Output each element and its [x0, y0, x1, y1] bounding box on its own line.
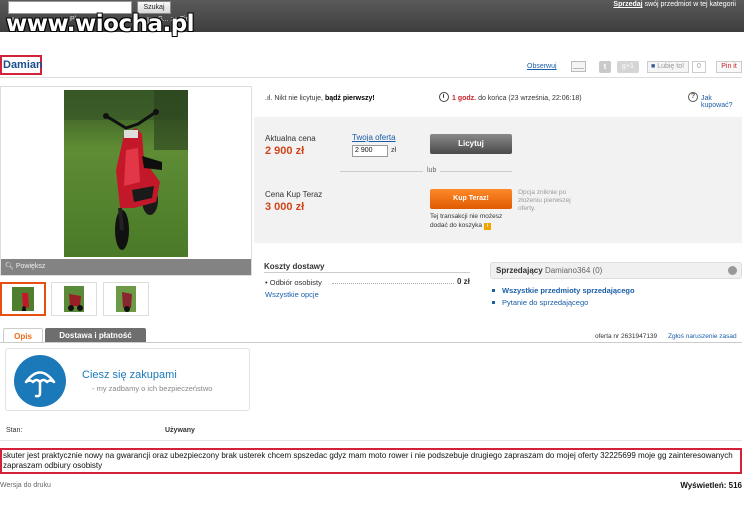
page-title: Damian: [0, 55, 43, 75]
thumbnail-image: [116, 286, 136, 312]
watch-link[interactable]: Obserwuj: [527, 63, 557, 70]
tabs-divider: [0, 342, 742, 343]
top-bar: Szukaj Pl S... ze Zipp www.wiocha.pl Spr…: [0, 0, 744, 37]
seller-items-link[interactable]: Wszystkie przedmioty sprzedającego: [502, 286, 635, 295]
bullet-icon: •: [265, 278, 268, 287]
pinterest-button[interactable]: Pin it: [716, 61, 742, 73]
views-value: 516: [728, 481, 742, 490]
tab-delivery-payment[interactable]: Dostawa i płatność: [45, 328, 146, 343]
dotted-leader: [332, 283, 454, 284]
condition-divider: [0, 440, 742, 441]
bullet-icon: [492, 301, 495, 304]
shipping-option-name: Odbiór osobisty: [269, 278, 322, 287]
expand-icon[interactable]: [728, 266, 737, 275]
bid-amount-input[interactable]: 2 900: [352, 145, 388, 157]
sell-promo: Sprzedaj swój przedmiot w tej kategorii: [613, 1, 736, 8]
buy-now-price: 3 000 zł: [265, 201, 305, 213]
buy-now-label: Cena Kup Teraz: [265, 190, 323, 199]
bid-currency: zł: [391, 147, 397, 154]
cart-note-text: Tej transakcji nie możesz dodać do koszy…: [430, 213, 503, 229]
google-plus-button[interactable]: g+1: [617, 61, 639, 73]
views-label: Wyświetleń:: [680, 481, 727, 490]
like-label: Lubię to!: [657, 63, 685, 70]
all-shipping-options-link[interactable]: Wszystkie opcje: [265, 290, 319, 299]
shipping-option-price: 0 zł: [457, 277, 470, 286]
seller-name: Damiano364 (0): [544, 266, 603, 275]
current-price: 2 900 zł: [265, 145, 305, 157]
shipping-divider: [264, 272, 470, 273]
scooter-image: [64, 90, 188, 257]
zoom-icon: 🔍︎: [5, 263, 14, 270]
bid-button[interactable]: Licytuj: [430, 134, 512, 154]
bid-status: .ıl. Nikt nie licytuje, bądź pierwszy!: [265, 95, 375, 102]
offer-number: oferta nr 2631947139: [595, 333, 658, 340]
gplus-label: +1: [625, 63, 634, 70]
shipping-title: Koszty dostawy: [264, 262, 325, 271]
print-version-link[interactable]: Wersja do druku: [0, 482, 51, 489]
info-icon[interactable]: i: [483, 223, 491, 230]
zoom-label: Powiększ: [15, 263, 46, 270]
current-price-label: Aktualna cena: [265, 134, 316, 143]
sell-text: swój przedmiot w tej kategorii: [644, 1, 736, 8]
like-count: 0: [692, 61, 706, 73]
thumbnail-3[interactable]: [103, 282, 149, 316]
view-counter: Wyświetleń: 516: [680, 481, 742, 490]
clock-icon: [439, 92, 449, 102]
zoom-bar[interactable]: 🔍︎ Powiększ: [1, 259, 251, 275]
buy-now-button[interactable]: Kup Teraz!: [430, 189, 512, 209]
shipping-option: • Odbiór osobisty: [265, 278, 322, 287]
seller-label: Sprzedający: [496, 266, 543, 275]
report-link[interactable]: Zgłoś naruszenie zasad: [668, 333, 737, 340]
bids-icon: .ıl.: [265, 95, 273, 102]
safety-banner: Ciesz się zakupami - my zadbamy o ich be…: [5, 348, 250, 411]
facebook-like-button[interactable]: ■ Lubię to!: [647, 61, 689, 73]
bids-text: Nikt nie licytuje,: [274, 95, 323, 102]
tab-description[interactable]: Opis: [3, 328, 43, 343]
photo-gallery: 🔍︎ Powiększ: [0, 86, 252, 276]
cart-note: Tej transakcji nie możesz dodać do koszy…: [430, 212, 512, 230]
bids-cta: bądź pierwszy!: [324, 95, 375, 102]
seller-box[interactable]: Sprzedający Damiano364 (0): [490, 262, 742, 279]
or-label: lub: [423, 167, 441, 174]
sell-link[interactable]: Sprzedaj: [613, 1, 642, 8]
how-to-buy-link[interactable]: Jak kupować?: [701, 95, 744, 109]
watermark: www.wiocha.pl: [6, 11, 195, 37]
umbrella-icon: [14, 355, 66, 407]
thumbnail-2[interactable]: [51, 282, 97, 316]
item-description: skuter jest praktycznie nowy na gwarancj…: [0, 448, 742, 474]
banner-title: Ciesz się zakupami: [82, 369, 177, 381]
help-icon[interactable]: ?: [688, 92, 698, 102]
email-share-icon[interactable]: [571, 61, 586, 72]
title-divider: [0, 77, 742, 78]
scooter-photo[interactable]: [64, 90, 188, 257]
thumbnail-image: [64, 286, 84, 312]
condition-value: Używany: [165, 427, 195, 434]
bullet-icon: [492, 289, 495, 292]
banner-subtitle: - my zadbamy o ich bezpieczeństwo: [92, 384, 213, 393]
your-offer-link[interactable]: Twoja oferta: [352, 133, 396, 142]
buy-now-note: Opcja zniknie po złożeniu pierwszej ofer…: [518, 189, 571, 212]
ask-seller-link[interactable]: Pytanie do sprzedającego: [502, 298, 588, 307]
twitter-icon[interactable]: t: [599, 61, 611, 73]
thumbnail-1[interactable]: [0, 282, 46, 316]
condition-label: Stan:: [6, 427, 23, 434]
thumbnail-image: [12, 287, 34, 311]
time-left: 1 godz. do końca (23 września, 22:06:18): [452, 95, 582, 102]
time-left-end: do końca (23 września, 22:06:18): [478, 95, 582, 102]
time-left-hours: 1 godz.: [452, 95, 477, 102]
